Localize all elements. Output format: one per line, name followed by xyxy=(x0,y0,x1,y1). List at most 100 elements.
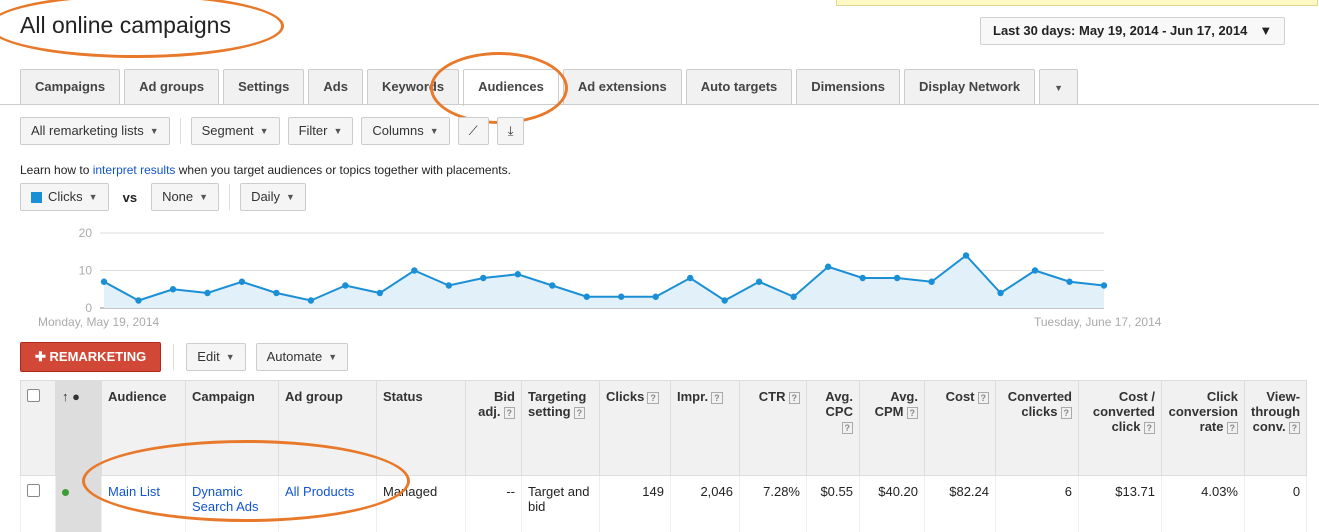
more-tabs-button[interactable]: ▼ xyxy=(1039,69,1078,104)
tab-display-network[interactable]: Display Network xyxy=(904,69,1035,104)
dropdown-label: Filter xyxy=(299,118,328,144)
help-icon[interactable]: ? xyxy=(1227,422,1239,434)
download-button[interactable]: ⤓ xyxy=(497,117,525,145)
data-point[interactable] xyxy=(997,290,1003,296)
help-icon[interactable]: ? xyxy=(1061,407,1073,419)
col-status[interactable]: Status xyxy=(377,381,466,476)
help-icon[interactable]: ? xyxy=(504,407,516,419)
tab-ad-groups[interactable]: Ad groups xyxy=(124,69,219,104)
data-point[interactable] xyxy=(342,282,348,288)
sort-header[interactable]: ↑ ● xyxy=(56,381,102,476)
data-point[interactable] xyxy=(377,290,383,296)
data-point[interactable] xyxy=(687,275,693,281)
tab-campaigns[interactable]: Campaigns xyxy=(20,69,120,104)
data-point[interactable] xyxy=(273,290,279,296)
help-icon[interactable]: ? xyxy=(842,422,854,434)
col-ctr[interactable]: CTR? xyxy=(740,381,807,476)
data-point[interactable] xyxy=(101,279,107,285)
tab-keywords[interactable]: Keywords xyxy=(367,69,459,104)
status-cell: Managed xyxy=(377,476,466,532)
data-point[interactable] xyxy=(963,252,969,258)
period-dropdown[interactable]: Daily▼ xyxy=(240,183,306,211)
data-point[interactable] xyxy=(549,282,555,288)
col-clicks[interactable]: Clicks? xyxy=(600,381,671,476)
data-point[interactable] xyxy=(1032,267,1038,273)
data-point[interactable] xyxy=(480,275,486,281)
data-point[interactable] xyxy=(618,294,624,300)
help-icon[interactable]: ? xyxy=(1144,422,1156,434)
col-view-through[interactable]: View-through conv.? xyxy=(1245,381,1307,476)
dropdown-label: Clicks xyxy=(48,184,83,210)
col-cost[interactable]: Cost? xyxy=(925,381,996,476)
data-point[interactable] xyxy=(584,294,590,300)
toolbar-separator xyxy=(173,344,174,370)
campaign-link[interactable]: Dynamic Search Ads xyxy=(186,476,279,532)
chart-toggle-button[interactable]: ⟋ xyxy=(458,117,489,145)
interpret-results-link[interactable]: interpret results xyxy=(93,163,176,177)
audience-link[interactable]: Main List xyxy=(102,476,186,532)
col-adgroup[interactable]: Ad group xyxy=(279,381,377,476)
col-conv-rate[interactable]: Click conversion rate? xyxy=(1162,381,1245,476)
data-point[interactable] xyxy=(721,297,727,303)
data-point[interactable] xyxy=(825,264,831,270)
col-targeting[interactable]: Targeting setting? xyxy=(522,381,600,476)
ctr-cell: 7.28% xyxy=(740,476,807,532)
data-point[interactable] xyxy=(446,282,452,288)
help-icon[interactable]: ? xyxy=(711,392,723,404)
download-icon: ⤓ xyxy=(508,118,514,144)
primary-metric-dropdown[interactable]: Clicks▼ xyxy=(20,183,109,211)
data-point[interactable] xyxy=(204,290,210,296)
help-icon[interactable]: ? xyxy=(574,407,586,419)
col-impr[interactable]: Impr.? xyxy=(671,381,740,476)
help-icon[interactable]: ? xyxy=(978,392,990,404)
add-remarketing-button[interactable]: ✚ REMARKETING xyxy=(20,342,161,372)
columns-dropdown[interactable]: Columns▼ xyxy=(361,117,449,145)
data-point[interactable] xyxy=(790,294,796,300)
data-point[interactable] xyxy=(135,297,141,303)
plus-icon: ✚ xyxy=(35,349,50,364)
data-point[interactable] xyxy=(859,275,865,281)
data-point[interactable] xyxy=(308,297,314,303)
col-converted-clicks[interactable]: Converted clicks? xyxy=(996,381,1079,476)
secondary-metric-dropdown[interactable]: None▼ xyxy=(151,183,219,211)
segment-dropdown[interactable]: Segment▼ xyxy=(191,117,280,145)
col-audience[interactable]: Audience xyxy=(102,381,186,476)
col-bid-adj[interactable]: Bid adj.? xyxy=(466,381,522,476)
help-icon[interactable]: ? xyxy=(789,392,801,404)
caret-down-icon: ▼ xyxy=(333,118,342,144)
edit-dropdown[interactable]: Edit▼ xyxy=(186,343,245,371)
data-point[interactable] xyxy=(1066,279,1072,285)
help-icon[interactable]: ? xyxy=(647,392,659,404)
data-point[interactable] xyxy=(756,279,762,285)
tab-ads[interactable]: Ads xyxy=(308,69,363,104)
col-avg-cpc[interactable]: Avg. CPC? xyxy=(807,381,860,476)
col-cost-per-conv[interactable]: Cost / converted click? xyxy=(1079,381,1162,476)
data-point[interactable] xyxy=(411,267,417,273)
series-color-swatch xyxy=(31,192,42,203)
help-icon[interactable]: ? xyxy=(1289,422,1301,434)
data-point[interactable] xyxy=(653,294,659,300)
automate-dropdown[interactable]: Automate▼ xyxy=(256,343,349,371)
filter-dropdown[interactable]: Filter▼ xyxy=(288,117,354,145)
data-point[interactable] xyxy=(1101,282,1107,288)
data-point[interactable] xyxy=(170,286,176,292)
data-point[interactable] xyxy=(515,271,521,277)
tab-dimensions[interactable]: Dimensions xyxy=(796,69,900,104)
data-point[interactable] xyxy=(239,279,245,285)
data-point[interactable] xyxy=(928,279,934,285)
tab-audiences[interactable]: Audiences xyxy=(463,69,559,106)
select-all-checkbox[interactable] xyxy=(27,389,40,402)
date-range-label: Last 30 days: May 19, 2014 - Jun 17, 201… xyxy=(993,18,1247,44)
data-point[interactable] xyxy=(894,275,900,281)
adgroup-link[interactable]: All Products xyxy=(279,476,377,532)
row-checkbox[interactable] xyxy=(27,484,40,497)
col-campaign[interactable]: Campaign xyxy=(186,381,279,476)
date-range-selector[interactable]: Last 30 days: May 19, 2014 - Jun 17, 201… xyxy=(980,17,1285,45)
help-icon[interactable]: ? xyxy=(907,407,919,419)
remarketing-lists-dropdown[interactable]: All remarketing lists▼ xyxy=(20,117,170,145)
bid-adj-cell[interactable]: -- xyxy=(466,476,522,532)
tab-ad-extensions[interactable]: Ad extensions xyxy=(563,69,682,104)
col-avg-cpm[interactable]: Avg. CPM? xyxy=(860,381,925,476)
tab-auto-targets[interactable]: Auto targets xyxy=(686,69,793,104)
tab-settings[interactable]: Settings xyxy=(223,69,304,104)
